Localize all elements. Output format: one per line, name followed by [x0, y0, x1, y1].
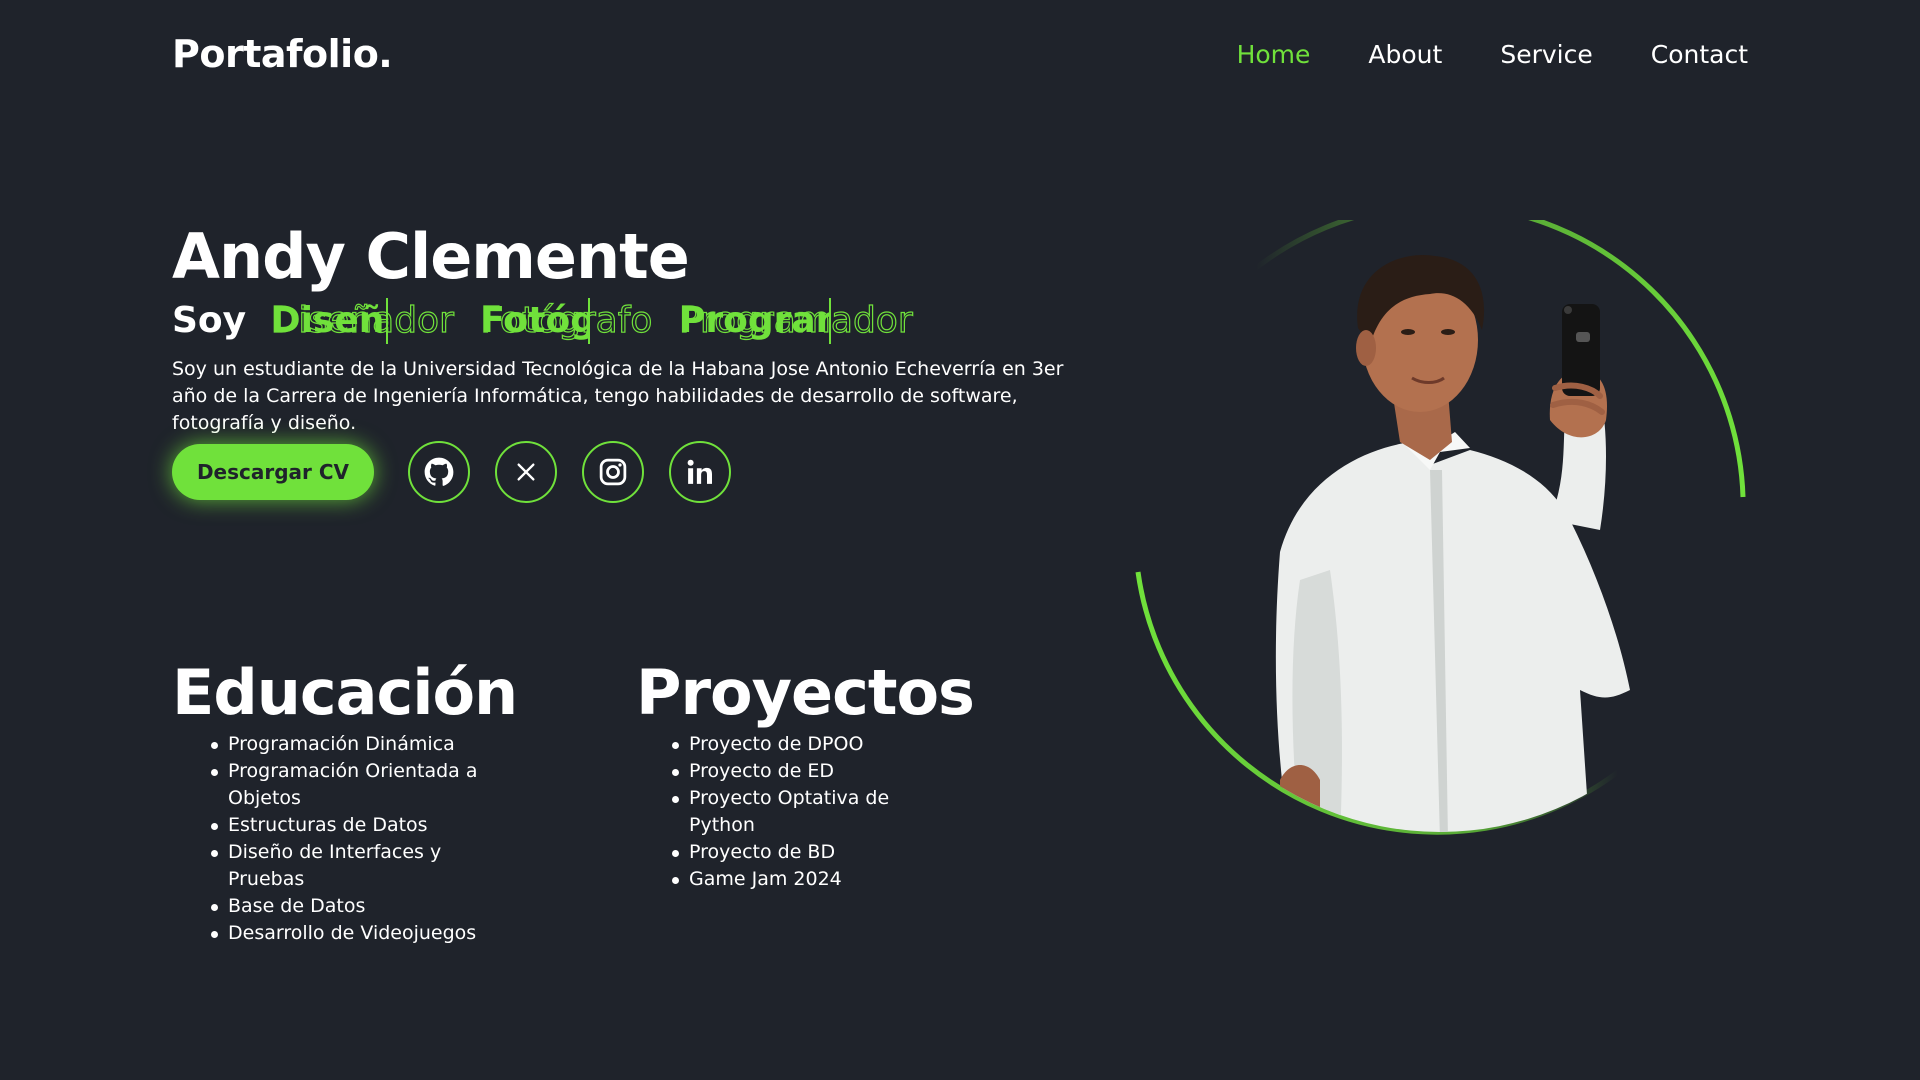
- social-links: [408, 441, 731, 503]
- x-icon: [517, 463, 535, 481]
- list-item: Programación Dinámica: [172, 731, 482, 758]
- portrait-ring-upper: [1254, 220, 1746, 498]
- portrait-illustration: [1135, 220, 1746, 835]
- linkedin-icon: [687, 459, 712, 484]
- education-title: Educación: [172, 656, 518, 729]
- list-item: Proyecto de BD: [636, 839, 916, 866]
- list-item: Programación Orientada a Objetos: [172, 758, 482, 812]
- list-item: Estructuras de Datos: [172, 812, 482, 839]
- github-link[interactable]: [408, 441, 470, 503]
- nav-contact[interactable]: Contact: [1651, 40, 1748, 69]
- role-programmer: Programador Programador: [678, 298, 913, 344]
- education-list: Programación Dinámica Programación Orien…: [172, 731, 482, 947]
- instagram-icon: [599, 458, 627, 486]
- profile-portrait: [1130, 220, 1750, 840]
- instagram-link[interactable]: [582, 441, 644, 503]
- linkedin-link[interactable]: [669, 441, 731, 503]
- projects-section: Proyectos Proyecto de DPOO Proyecto de E…: [636, 655, 975, 893]
- list-item: Proyecto Optativa de Python: [636, 785, 916, 839]
- roles-prefix: Soy: [172, 300, 247, 341]
- person-figure: [1275, 254, 1630, 832]
- role-designer-fill: Diseñador: [271, 298, 388, 344]
- site-logo[interactable]: Portafolio.: [172, 32, 393, 76]
- hero-description: Soy un estudiante de la Universidad Tecn…: [172, 358, 1064, 434]
- list-item: Proyecto de DPOO: [636, 731, 916, 758]
- list-item: Base de Datos: [172, 893, 482, 920]
- education-section: Educación Programación Dinámica Programa…: [172, 655, 518, 947]
- projects-list: Proyecto de DPOO Proyecto de ED Proyecto…: [636, 731, 916, 893]
- main-nav: Home About Service Contact: [1237, 40, 1748, 69]
- role-programmer-fill: Programador: [679, 298, 831, 344]
- hero-roles: Soy Diseñador Diseñador Fotógrafo Fotógr…: [172, 298, 927, 344]
- nav-about[interactable]: About: [1368, 40, 1442, 69]
- github-icon: [424, 457, 454, 486]
- download-cv-button[interactable]: Descargar CV: [172, 444, 374, 500]
- hero-name: Andy Clemente: [172, 220, 690, 293]
- role-photographer-fill: Fotógrafo: [480, 298, 591, 344]
- role-designer: Diseñador Diseñador: [270, 298, 454, 344]
- list-item: Game Jam 2024: [636, 866, 916, 893]
- list-item: Desarrollo de Videojuegos: [172, 920, 482, 947]
- projects-title: Proyectos: [636, 656, 975, 729]
- x-link[interactable]: [495, 441, 557, 503]
- list-item: Proyecto de ED: [636, 758, 916, 785]
- nav-service[interactable]: Service: [1500, 40, 1592, 69]
- list-item: Diseño de Interfaces y Pruebas: [172, 839, 482, 893]
- role-photographer: Fotógrafo Fotógrafo: [480, 298, 653, 344]
- nav-home[interactable]: Home: [1237, 40, 1311, 69]
